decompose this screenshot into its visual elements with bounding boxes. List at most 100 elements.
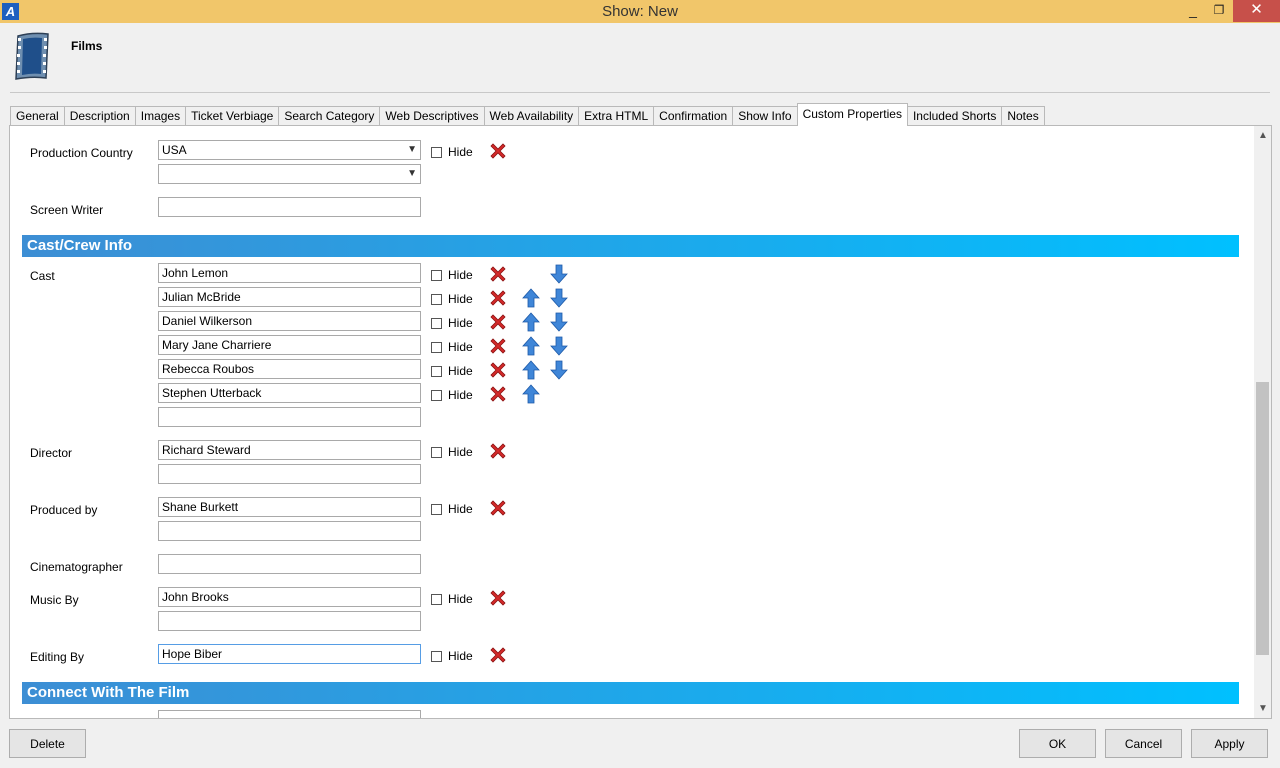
move-up-cast-2-button[interactable] — [522, 288, 540, 308]
hide-checkbox[interactable] — [431, 269, 442, 281]
tab-images[interactable]: Images — [134, 106, 187, 126]
editing-by-label: Editing By — [30, 650, 85, 664]
close-button[interactable]: ✕ — [1233, 0, 1280, 22]
tab-notes[interactable]: Notes — [1001, 106, 1045, 126]
tab-show-info[interactable]: Show Info — [732, 106, 798, 126]
hide-label: Hide — [448, 502, 473, 516]
production-country-select[interactable]: USA ▼ — [158, 140, 421, 160]
maximize-button[interactable]: ❐ — [1206, 0, 1232, 22]
screen-writer-input[interactable] — [158, 197, 421, 217]
director-label: Director — [30, 446, 73, 460]
apply-button[interactable]: Apply — [1191, 729, 1268, 758]
remove-cast-2-button[interactable] — [488, 288, 508, 308]
music-by-input-new[interactable] — [158, 611, 421, 631]
hide-checkbox[interactable] — [431, 317, 442, 329]
cast-2-hide[interactable]: Hide — [431, 292, 473, 306]
remove-director-button[interactable] — [488, 441, 508, 461]
hide-checkbox[interactable] — [431, 293, 442, 305]
chevron-down-icon: ▼ — [407, 144, 417, 155]
move-down-cast-2-button[interactable] — [550, 288, 568, 308]
move-up-cast-6-button[interactable] — [522, 384, 540, 404]
move-down-cast-4-button[interactable] — [550, 336, 568, 356]
scroll-down-icon[interactable]: ▼ — [1258, 703, 1268, 714]
remove-cast-4-button[interactable] — [488, 336, 508, 356]
director-input-new[interactable] — [158, 464, 421, 484]
cast-input-6[interactable]: Stephen Utterback — [158, 383, 421, 403]
move-up-cast-4-button[interactable] — [522, 336, 540, 356]
cast-input-4[interactable]: Mary Jane Charriere — [158, 335, 421, 355]
produced-by-input-new[interactable] — [158, 521, 421, 541]
music-by-label: Music By — [30, 593, 79, 607]
hide-checkbox[interactable] — [431, 446, 442, 458]
cancel-button[interactable]: Cancel — [1105, 729, 1182, 758]
hide-checkbox[interactable] — [431, 650, 442, 662]
remove-cast-5-button[interactable] — [488, 360, 508, 380]
hide-label: Hide — [448, 592, 473, 606]
produced-by-input-1[interactable]: Shane Burkett — [158, 497, 421, 517]
remove-cast-1-button[interactable] — [488, 264, 508, 284]
window-title: Show: New — [602, 3, 678, 20]
cast-3-hide[interactable]: Hide — [431, 316, 473, 330]
move-down-cast-3-button[interactable] — [550, 312, 568, 332]
scrollbar-thumb[interactable] — [1256, 382, 1269, 655]
hide-checkbox[interactable] — [431, 593, 442, 605]
tab-search-category[interactable]: Search Category — [278, 106, 381, 126]
tab-general[interactable]: General — [10, 106, 65, 126]
remove-editing-by-button[interactable] — [488, 645, 508, 665]
production-country-select-2[interactable]: ▼ — [158, 164, 421, 184]
hide-checkbox[interactable] — [431, 365, 442, 377]
cast-input-5[interactable]: Rebecca Roubos — [158, 359, 421, 379]
hide-checkbox[interactable] — [431, 146, 442, 158]
move-down-cast-1-button[interactable] — [550, 264, 568, 284]
music-by-hide[interactable]: Hide — [431, 592, 473, 606]
delete-button[interactable]: Delete — [9, 729, 86, 758]
cast-4-hide[interactable]: Hide — [431, 340, 473, 354]
cast-input-1[interactable]: John Lemon — [158, 263, 421, 283]
move-up-cast-5-button[interactable] — [522, 360, 540, 380]
chevron-down-icon: ▼ — [407, 168, 417, 179]
remove-cast-3-button[interactable] — [488, 312, 508, 332]
remove-cast-6-button[interactable] — [488, 384, 508, 404]
hide-checkbox[interactable] — [431, 503, 442, 515]
remove-music-by-button[interactable] — [488, 588, 508, 608]
tab-extra-html[interactable]: Extra HTML — [578, 106, 655, 126]
tab-web-descriptives[interactable]: Web Descriptives — [379, 106, 485, 126]
tab-confirmation[interactable]: Confirmation — [653, 106, 734, 126]
production-country-hide[interactable]: Hide — [431, 145, 473, 159]
cast-input-2[interactable]: Julian McBride — [158, 287, 421, 307]
connect-input-partial[interactable] — [158, 710, 421, 718]
page-title: Films — [71, 39, 103, 53]
hide-checkbox[interactable] — [431, 341, 442, 353]
minimize-button[interactable]: _ — [1180, 0, 1206, 22]
scroll-up-icon[interactable]: ▲ — [1258, 130, 1268, 141]
cinematographer-input[interactable] — [158, 554, 421, 574]
title-bar: A Show: New _ ❐ ✕ — [0, 0, 1280, 23]
ok-button[interactable]: OK — [1019, 729, 1096, 758]
move-up-cast-3-button[interactable] — [522, 312, 540, 332]
cast-5-hide[interactable]: Hide — [431, 364, 473, 378]
tab-web-availability[interactable]: Web Availability — [483, 106, 580, 126]
director-hide[interactable]: Hide — [431, 445, 473, 459]
custom-properties-panel: Production Country USA ▼ Hide ▼ Screen Wr… — [9, 125, 1272, 719]
production-country-value: USA — [162, 143, 187, 157]
move-down-cast-5-button[interactable] — [550, 360, 568, 380]
remove-production-country-button[interactable] — [488, 141, 508, 161]
hide-label: Hide — [448, 388, 473, 402]
tab-ticket-verbiage[interactable]: Ticket Verbiage — [185, 106, 280, 126]
tab-included-shorts[interactable]: Included Shorts — [906, 106, 1003, 126]
cast-input-3[interactable]: Daniel Wilkerson — [158, 311, 421, 331]
vertical-scrollbar[interactable]: ▲ ▼ — [1254, 126, 1271, 718]
produced-by-hide[interactable]: Hide — [431, 502, 473, 516]
tab-custom-properties[interactable]: Custom Properties — [796, 103, 908, 126]
music-by-input-1[interactable]: John Brooks — [158, 587, 421, 607]
cast-6-hide[interactable]: Hide — [431, 388, 473, 402]
editing-by-hide[interactable]: Hide — [431, 649, 473, 663]
hide-checkbox[interactable] — [431, 389, 442, 401]
cast-1-hide[interactable]: Hide — [431, 268, 473, 282]
director-input-1[interactable]: Richard Steward — [158, 440, 421, 460]
remove-produced-by-button[interactable] — [488, 498, 508, 518]
editing-by-input[interactable]: Hope Biber — [158, 644, 421, 664]
tab-description[interactable]: Description — [63, 106, 136, 126]
hide-label: Hide — [448, 340, 473, 354]
cast-input-new[interactable] — [158, 407, 421, 427]
